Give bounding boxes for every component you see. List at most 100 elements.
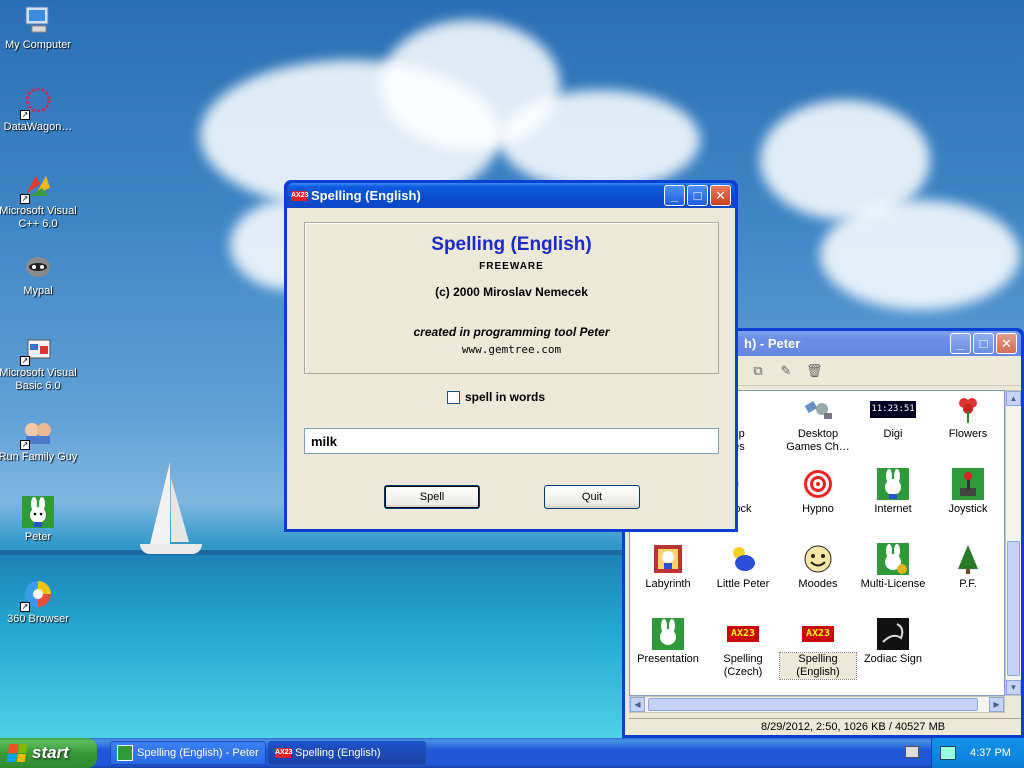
- task-spelling[interactable]: AX23 Spelling (English): [268, 741, 426, 765]
- task-label: Spelling (English): [295, 747, 381, 759]
- scroll-right-button[interactable]: ▶: [989, 697, 1004, 712]
- quit-button[interactable]: Quit: [544, 485, 640, 509]
- list-item[interactable]: Presentation: [630, 618, 706, 666]
- clock[interactable]: 4:37 PM: [970, 747, 1011, 759]
- spiral-icon: [802, 468, 834, 500]
- list-item-label: Spelling (Czech): [723, 653, 763, 678]
- list-item-label: Spelling (English): [779, 652, 857, 680]
- labyrinth-icon: [652, 543, 684, 575]
- list-item[interactable]: Labyrinth: [630, 543, 706, 591]
- spell-in-words-label: spell in words: [465, 390, 546, 404]
- list-item[interactable]: Zodiac Sign: [855, 618, 931, 666]
- vertical-scrollbar[interactable]: ▲ ▼: [1005, 390, 1021, 696]
- pacifier-icon: [727, 543, 759, 575]
- desktop-icon-peter[interactable]: Peter: [0, 496, 78, 544]
- digital-clock-readout: 11:23:51: [870, 400, 916, 418]
- desktop-icon-label: Microsoft Visual C++ 6.0: [0, 205, 77, 230]
- raccoon-icon: [22, 250, 54, 282]
- freeware-label: FREEWARE: [479, 261, 544, 272]
- windows-logo-icon: [6, 744, 28, 762]
- scroll-thumb[interactable]: [648, 698, 978, 711]
- close-button[interactable]: ✕: [710, 185, 731, 206]
- start-button[interactable]: start: [0, 738, 97, 768]
- list-item-selected[interactable]: AX23 Spelling (English): [779, 618, 857, 680]
- system-tray: 4:37 PM: [931, 738, 1024, 768]
- list-item[interactable]: 11:23:51 Digi: [855, 393, 931, 441]
- minimize-icon: _: [956, 336, 965, 351]
- ax23-icon: AX23: [727, 618, 759, 650]
- desktop-icon-360-browser[interactable]: ↗ 360 Browser: [0, 578, 78, 626]
- delete-icon[interactable]: 🗑: [806, 363, 823, 379]
- list-item-label: Moodes: [798, 578, 838, 590]
- minimize-button[interactable]: _: [950, 333, 971, 354]
- list-item-label: Joystick: [948, 503, 988, 515]
- desktop-icon-family-guy[interactable]: ↗ Run Family Guy: [0, 416, 78, 464]
- list-item-label: Labyrinth: [645, 578, 691, 590]
- desktop-icon-label: Peter: [24, 531, 52, 543]
- spell-in-words-option[interactable]: spell in words: [447, 390, 545, 404]
- maximize-button[interactable]: □: [973, 333, 994, 354]
- spelling-titlebar[interactable]: AX23 Spelling (English) _ □ ✕: [287, 183, 735, 208]
- minimize-button[interactable]: _: [664, 185, 685, 206]
- desktop-icon-visual-basic[interactable]: ↗ Microsoft Visual Basic 6.0: [0, 332, 78, 393]
- desktop-icon-mypal[interactable]: Mypal: [0, 250, 78, 298]
- list-item[interactable]: Multi-License: [855, 543, 931, 591]
- edit-text-icon[interactable]: ✎: [778, 363, 794, 379]
- list-item[interactable]: P.F.: [930, 543, 1006, 591]
- ax23-badge: AX23: [802, 626, 834, 642]
- list-item-label: P.F.: [959, 578, 977, 590]
- maximize-button[interactable]: □: [687, 185, 708, 206]
- shortcut-arrow-icon: ↗: [20, 440, 30, 450]
- shortcut-arrow-icon: ↗: [20, 110, 30, 120]
- scroll-down-button[interactable]: ▼: [1006, 680, 1021, 695]
- desktop-icon-my-computer[interactable]: My Computer: [0, 4, 78, 52]
- word-input[interactable]: [304, 428, 719, 454]
- desktop-icon-label: Run Family Guy: [0, 451, 78, 463]
- family-guy-icon: ↗: [20, 416, 54, 450]
- list-item[interactable]: Joystick: [930, 468, 1006, 516]
- list-item[interactable]: Internet: [855, 468, 931, 516]
- visual-cpp-icon: ↗: [20, 170, 54, 204]
- list-item[interactable]: Desktop Games Ch…: [780, 393, 856, 454]
- start-label: start: [32, 743, 69, 762]
- app-heading: Spelling (English): [431, 234, 592, 255]
- keyboard-icon[interactable]: [905, 746, 919, 758]
- shortcut-arrow-icon: ↗: [20, 356, 30, 366]
- list-item[interactable]: Little Peter: [705, 543, 781, 591]
- list-item-label: Flowers: [948, 428, 988, 440]
- desktop-icon-label: Microsoft Visual Basic 6.0: [0, 367, 77, 392]
- horizontal-scrollbar[interactable]: ◀ ▶: [629, 696, 1005, 713]
- digital-clock-icon: 11:23:51: [870, 393, 916, 425]
- website-label: www.gemtree.com: [461, 343, 562, 356]
- list-item[interactable]: AX23 Spelling (Czech): [705, 618, 781, 679]
- spell-in-words-checkbox[interactable]: [447, 390, 460, 404]
- spell-button[interactable]: Spell: [384, 485, 480, 509]
- joystick-icon: [952, 468, 984, 500]
- scroll-up-button[interactable]: ▲: [1006, 391, 1021, 406]
- close-button[interactable]: ✕: [996, 333, 1017, 354]
- copy-icon[interactable]: ⧉: [750, 363, 766, 379]
- task-peter[interactable]: Spelling (English) - Peter: [110, 741, 266, 765]
- ax23-badge: AX23: [727, 626, 759, 642]
- network-icon[interactable]: [940, 746, 956, 760]
- status-bar: 8/29/2012, 2:50, 1026 KB / 40527 MB: [629, 718, 1021, 735]
- list-item[interactable]: Moodes: [780, 543, 856, 591]
- desktop-icon-label: My Computer: [4, 39, 72, 51]
- tree-icon: [952, 543, 984, 575]
- task-label: Spelling (English) - Peter: [137, 747, 259, 759]
- cloud: [500, 90, 700, 190]
- list-item-label: Multi-License: [860, 578, 926, 590]
- scroll-left-button[interactable]: ◀: [630, 697, 645, 712]
- list-item[interactable]: Flowers: [930, 393, 1006, 441]
- copyright-label: (c) 2000 Miroslav Nemecek: [435, 285, 588, 299]
- about-panel: Spelling (English) FREEWARE (c) 2000 Mir…: [304, 222, 719, 374]
- desktop-icon-visual-cpp[interactable]: ↗ Microsoft Visual C++ 6.0: [0, 170, 78, 231]
- smiley-icon: [802, 543, 834, 575]
- spelling-window[interactable]: AX23 Spelling (English) _ □ ✕ Spelling (…: [284, 180, 738, 532]
- scroll-thumb[interactable]: [1007, 541, 1020, 676]
- minimize-icon: _: [670, 188, 679, 203]
- ax23-icon: AX23: [802, 618, 834, 650]
- desktop-icon-datawagon[interactable]: ↗ DataWagon…: [0, 86, 78, 134]
- list-item-label: Little Peter: [716, 578, 770, 590]
- list-item[interactable]: Hypno: [780, 468, 856, 516]
